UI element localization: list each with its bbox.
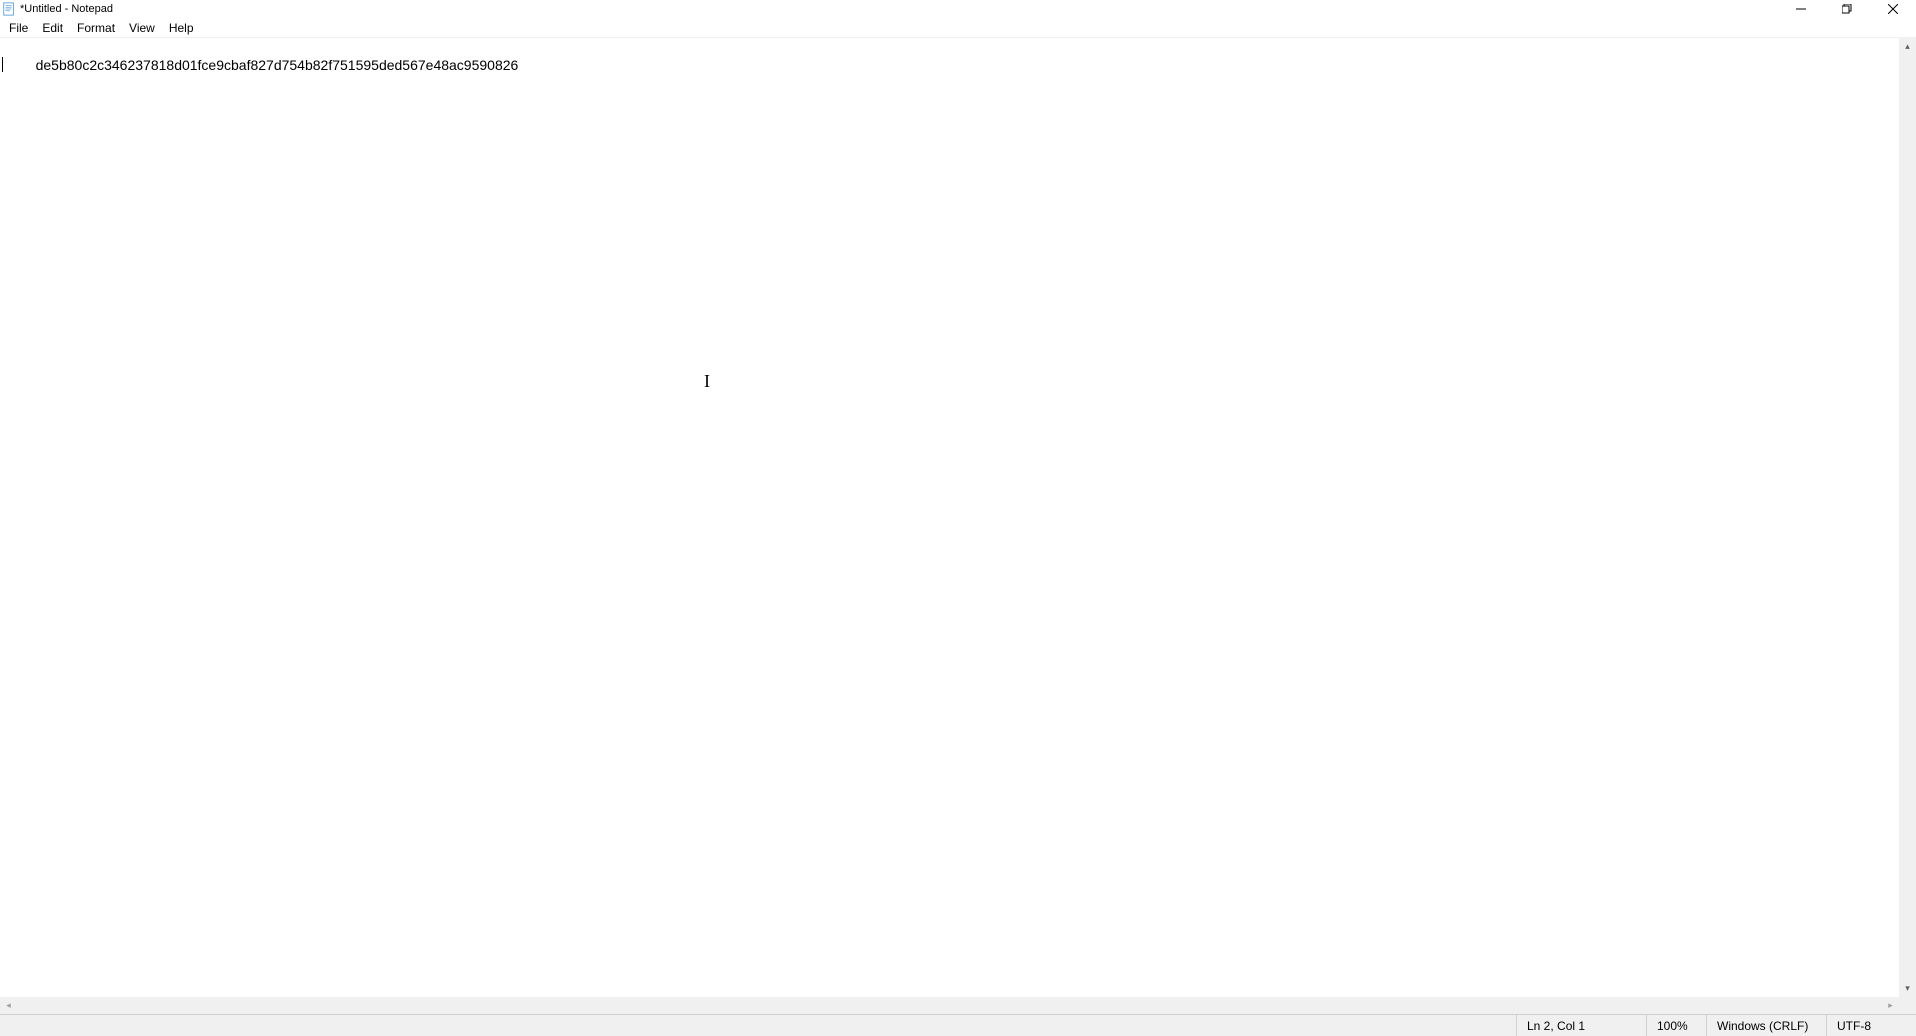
menubar: File Edit Format View Help [0,18,1916,38]
status-cursor-position: Ln 2, Col 1 [1516,1015,1646,1036]
editor-container: de5b80c2c346237818d01fce9cbaf827d754b82f… [0,38,1916,997]
vertical-scroll-track[interactable] [1899,55,1916,980]
status-zoom: 100% [1646,1015,1706,1036]
scroll-right-arrow[interactable]: ▸ [1882,997,1899,1014]
scroll-left-arrow[interactable]: ◂ [0,997,17,1014]
text-editor[interactable]: de5b80c2c346237818d01fce9cbaf827d754b82f… [0,38,1899,997]
window-title: *Untitled - Notepad [20,3,113,15]
notepad-icon [2,2,16,16]
text-caret [2,57,3,72]
editor-text: de5b80c2c346237818d01fce9cbaf827d754b82f… [36,57,519,73]
titlebar-left: *Untitled - Notepad [2,2,113,16]
statusbar: Ln 2, Col 1 100% Windows (CRLF) UTF-8 [0,1014,1916,1036]
menu-help[interactable]: Help [162,19,201,37]
restore-icon [1842,4,1852,14]
close-button[interactable] [1870,0,1916,18]
horizontal-scrollbar[interactable]: ◂ ▸ [0,997,1916,1014]
scroll-up-arrow[interactable]: ▴ [1899,38,1916,55]
menu-file[interactable]: File [2,19,35,37]
minimize-button[interactable] [1778,0,1824,18]
scroll-corner [1899,997,1916,1014]
minimize-icon [1796,4,1806,14]
status-encoding: UTF-8 [1826,1015,1916,1036]
menu-format[interactable]: Format [70,19,122,37]
titlebar: *Untitled - Notepad [0,0,1916,18]
vertical-scrollbar[interactable]: ▴ ▾ [1899,38,1916,997]
window-controls [1778,0,1916,18]
menu-view[interactable]: View [122,19,162,37]
text-cursor-icon: I [704,372,710,390]
scroll-down-arrow[interactable]: ▾ [1899,980,1916,997]
close-icon [1888,4,1898,14]
maximize-button[interactable] [1824,0,1870,18]
horizontal-scroll-track[interactable] [17,997,1882,1014]
status-line-ending: Windows (CRLF) [1706,1015,1826,1036]
menu-edit[interactable]: Edit [35,19,70,37]
